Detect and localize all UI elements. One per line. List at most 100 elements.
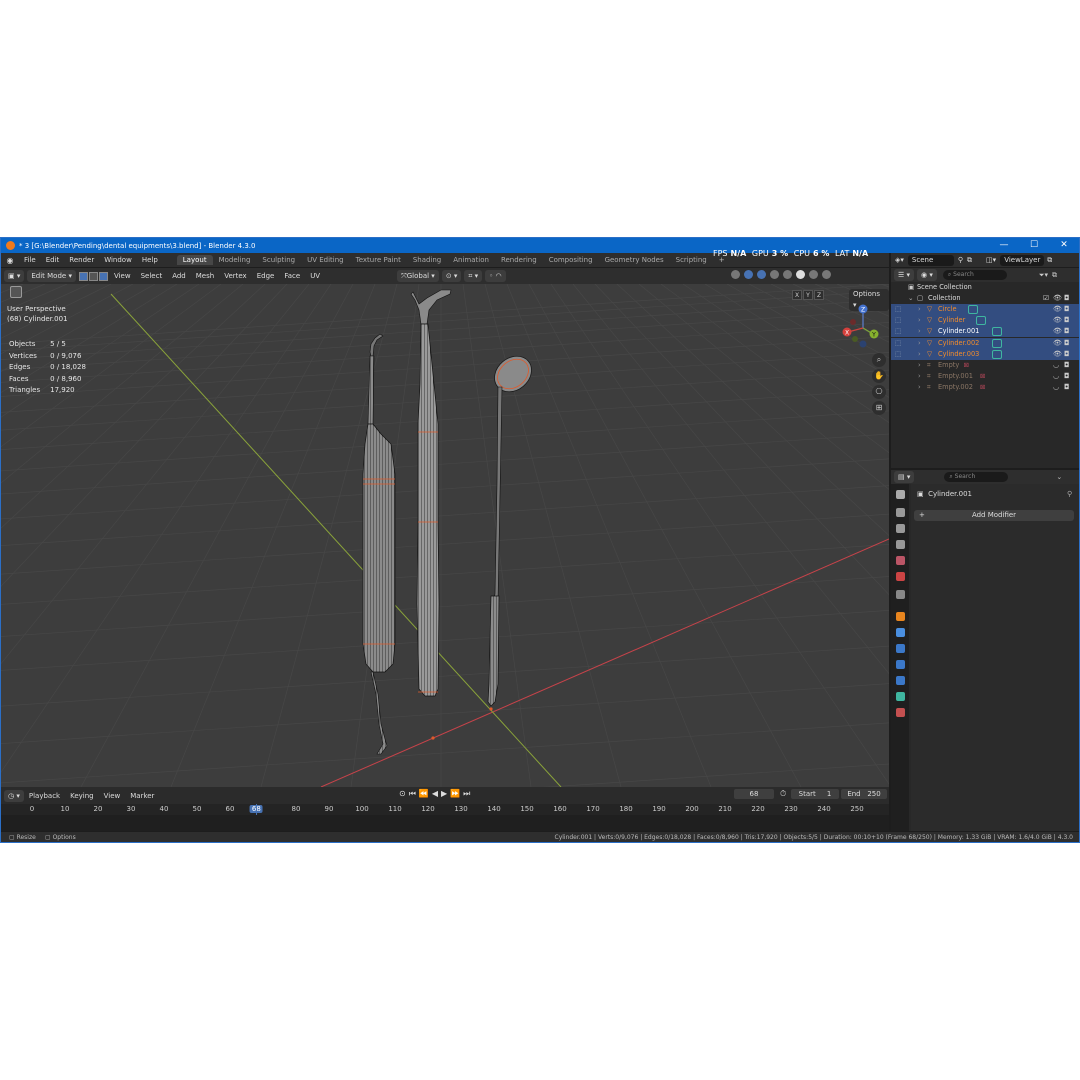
properties-search-input[interactable]: ⌕ Search: [944, 472, 1009, 482]
render-tab-icon[interactable]: [896, 508, 905, 517]
axis-x-toggle[interactable]: X: [792, 290, 802, 300]
outliner-row[interactable]: › ⌗ Empty ⊠ ◡ ◘: [891, 360, 1079, 371]
scene-icon[interactable]: ◈▾: [895, 256, 904, 264]
stopwatch-icon[interactable]: ⏱: [780, 789, 786, 799]
viewlayer-selector[interactable]: ViewLayer: [1000, 254, 1045, 266]
viewport-menu-select[interactable]: Select: [136, 272, 168, 280]
constraint-icon[interactable]: ⊠: [980, 371, 986, 382]
transform-orientation-dropdown[interactable]: ⤧ Global ▾: [397, 270, 439, 282]
expand-arrow-icon[interactable]: ›: [918, 360, 921, 371]
auto-key-icon[interactable]: ⊙: [399, 789, 406, 799]
expand-arrow-icon[interactable]: ›: [918, 338, 921, 349]
constraint-icon[interactable]: ⊠: [964, 360, 970, 371]
viewport-menu-view[interactable]: View: [109, 272, 136, 280]
viewport-menu-vertex[interactable]: Vertex: [219, 272, 252, 280]
expand-arrow-icon[interactable]: ›: [918, 304, 921, 315]
viewport-menu-add[interactable]: Add: [167, 272, 191, 280]
modifier-tab-icon[interactable]: [896, 628, 905, 637]
tab-modeling[interactable]: Modeling: [213, 255, 257, 265]
camera-icon[interactable]: ◘: [1064, 315, 1070, 326]
tab-shading[interactable]: Shading: [407, 255, 447, 265]
outliner-row[interactable]: › ⌗ Empty.001 ⊠ ◡ ◘: [891, 371, 1079, 382]
collection-row[interactable]: ⌄ ▢ Collection ☑ 👁 ◘: [891, 293, 1079, 304]
outliner-row[interactable]: ⬚ › ▽ Circle 👁 ◘: [891, 304, 1079, 315]
zoom-icon[interactable]: ⌕: [872, 353, 886, 367]
camera-icon[interactable]: ◘: [1064, 304, 1070, 315]
eye-closed-icon[interactable]: ◡: [1053, 382, 1059, 393]
viewlayer-icon[interactable]: ◫▾: [986, 256, 996, 264]
camera-icon[interactable]: ◘: [1064, 360, 1070, 371]
vertex-select-icon[interactable]: [78, 271, 88, 281]
new-viewlayer-icon[interactable]: ⧉: [1047, 256, 1052, 265]
display-mode-dropdown[interactable]: ◉ ▾: [917, 269, 937, 281]
timeline-menu-playback[interactable]: Playback: [24, 792, 65, 800]
add-modifier-button[interactable]: + Add Modifier: [914, 510, 1074, 521]
eye-icon[interactable]: 👁: [1053, 349, 1062, 360]
mesh-data-icon[interactable]: [992, 338, 1003, 348]
new-scene-icon[interactable]: ⧉: [967, 256, 972, 265]
viewport-menu-face[interactable]: Face: [279, 272, 305, 280]
play-reverse-icon[interactable]: ◀: [432, 789, 438, 799]
scene-collection-row[interactable]: ▣ Scene Collection: [891, 282, 1079, 293]
mesh-data-icon[interactable]: [992, 327, 1003, 337]
eye-icon[interactable]: 👁: [1053, 338, 1062, 349]
axis-y-toggle[interactable]: Y: [803, 290, 813, 300]
jump-start-icon[interactable]: ⏮: [409, 789, 416, 799]
axis-z-toggle[interactable]: Z: [814, 290, 824, 300]
physics-tab-icon[interactable]: [896, 660, 905, 669]
tab-sculpting[interactable]: Sculpting: [256, 255, 301, 265]
solid-shading-icon[interactable]: [796, 270, 805, 279]
wireframe-shading-icon[interactable]: [783, 270, 792, 279]
outliner-row[interactable]: ⬚ › ▽ Cylinder.001 👁 ◘: [891, 326, 1079, 338]
tab-geometry-nodes[interactable]: Geometry Nodes: [599, 255, 670, 265]
mode-dropdown[interactable]: Edit Mode ▾: [27, 270, 76, 282]
menu-edit[interactable]: Edit: [41, 256, 65, 264]
outliner-row[interactable]: ⬚ › ▽ Cylinder.003 👁 ◘: [891, 348, 1079, 360]
pin-icon[interactable]: ⚲: [958, 256, 963, 264]
end-frame-field[interactable]: End 250: [841, 789, 887, 799]
rendered-shading-icon[interactable]: [822, 270, 831, 279]
mesh-data-icon[interactable]: [992, 349, 1003, 359]
blender-logo-icon[interactable]: ◉: [1, 256, 19, 265]
maximize-button[interactable]: ☐: [1019, 238, 1049, 253]
probe-instrument[interactable]: [410, 289, 452, 740]
edge-select-icon[interactable]: [88, 271, 98, 281]
camera-view-icon[interactable]: ⎔: [872, 385, 886, 399]
proportional-edit-toggle[interactable]: ◦ ◠: [485, 270, 506, 282]
expand-arrow-icon[interactable]: ›: [918, 349, 921, 360]
viewport-menu-edge[interactable]: Edge: [252, 272, 280, 280]
start-frame-field[interactable]: Start 1: [791, 789, 839, 799]
prev-key-icon[interactable]: ⏪: [419, 789, 429, 799]
xray-toggle-icon[interactable]: [770, 270, 779, 279]
scaler-instrument[interactable]: [362, 333, 396, 755]
timeline-menu-marker[interactable]: Marker: [125, 792, 159, 800]
expand-arrow-icon[interactable]: ›: [918, 382, 921, 393]
visibility-icon[interactable]: [731, 270, 740, 279]
eye-icon[interactable]: 👁: [1053, 293, 1062, 304]
eye-closed-icon[interactable]: ◡: [1053, 360, 1059, 371]
pin-icon[interactable]: ⚲: [1067, 490, 1072, 498]
eye-icon[interactable]: 👁: [1053, 326, 1062, 337]
properties-editor-type[interactable]: ▤ ▾: [894, 471, 915, 483]
camera-icon[interactable]: ◘: [1064, 349, 1070, 360]
tool-tab-icon[interactable]: [896, 490, 905, 499]
frame-ruler[interactable]: 0102030405060688090100110120130140150160…: [1, 804, 889, 815]
tab-rendering[interactable]: Rendering: [495, 255, 543, 265]
jump-end-icon[interactable]: ⏭: [463, 789, 470, 799]
new-collection-icon[interactable]: ⧉: [1052, 271, 1057, 280]
particles-tab-icon[interactable]: [896, 644, 905, 653]
filter-icon[interactable]: ⏷▾: [1039, 271, 1048, 280]
camera-icon[interactable]: ◘: [1064, 371, 1070, 382]
menu-window[interactable]: Window: [99, 256, 137, 264]
constraint-icon[interactable]: ⊠: [980, 382, 986, 393]
view-layer-tab-icon[interactable]: [896, 540, 905, 549]
menu-file[interactable]: File: [19, 256, 41, 264]
expand-chevron-icon[interactable]: ⌄: [908, 293, 914, 304]
output-tab-icon[interactable]: [896, 524, 905, 533]
outliner-row[interactable]: › ⌗ Empty.002 ⊠ ◡ ◘: [891, 382, 1079, 393]
pivot-dropdown[interactable]: ⊙ ▾: [441, 270, 462, 282]
outliner-editor-type[interactable]: ☰ ▾: [894, 269, 915, 281]
scene-selector[interactable]: Scene: [907, 254, 954, 266]
camera-icon[interactable]: ◘: [1064, 338, 1070, 349]
eye-icon[interactable]: 👁: [1053, 315, 1062, 326]
